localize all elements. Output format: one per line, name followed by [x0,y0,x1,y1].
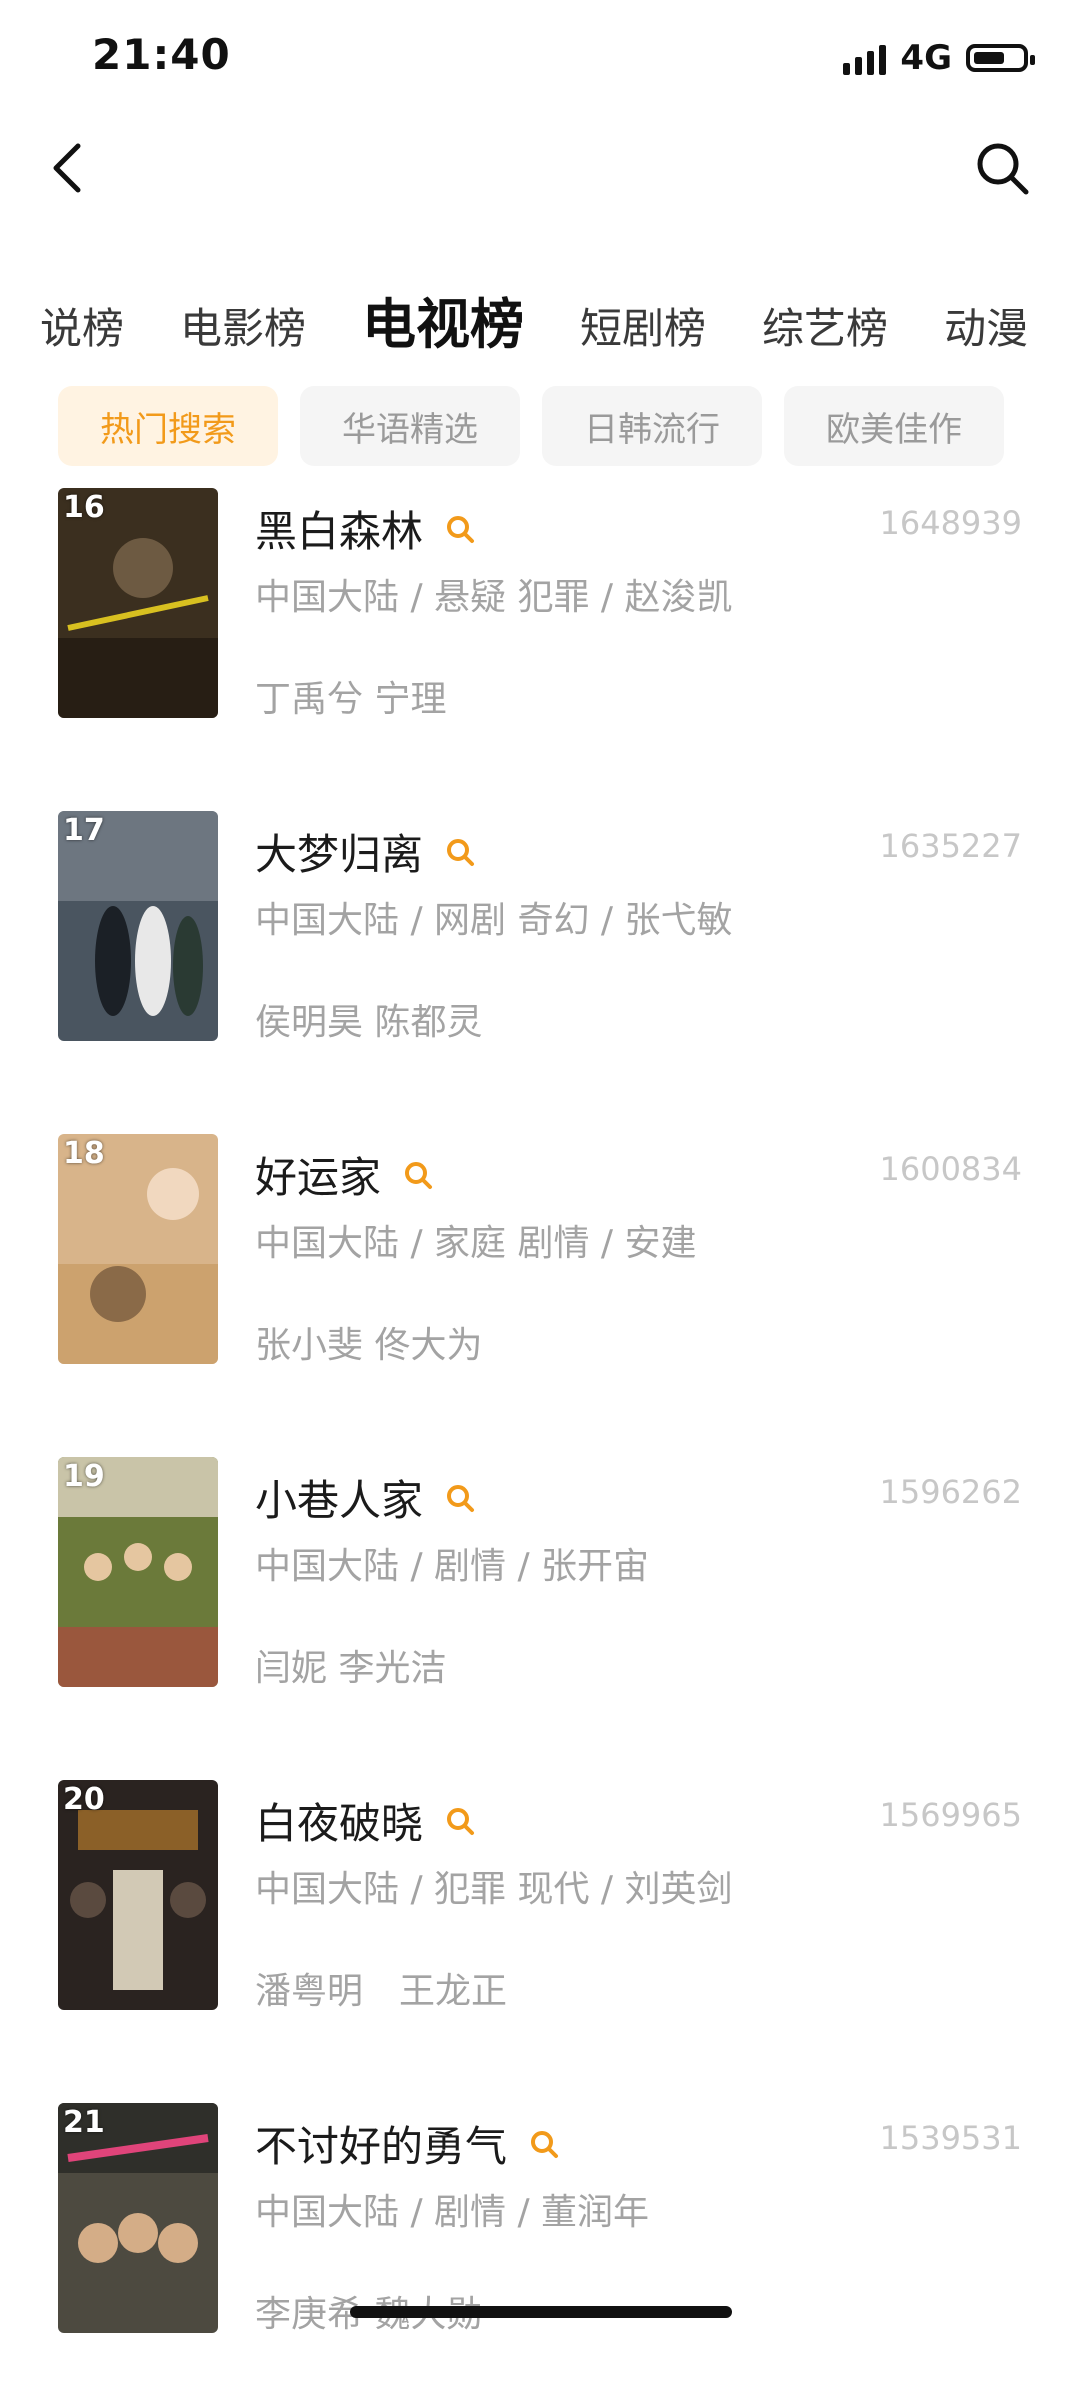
list-item[interactable]: 21 不讨好的勇气 1539531 中国大陆 / 剧情 / 董润年 李庚希 魏大… [0,2103,1080,2403]
item-meta: 中国大陆 / 悬疑 犯罪 / 赵浚凯 [255,577,733,618]
tab-novel[interactable]: 说榜 [40,295,124,356]
poster-image[interactable]: 18 [58,1134,218,1364]
item-cast: 侯明昊 陈都灵 [255,1002,483,1043]
tab-short-drama[interactable]: 短剧榜 [580,295,706,356]
poster-image[interactable]: 16 [58,488,218,718]
rank-number: 19 [63,1459,105,1494]
home-indicator[interactable] [350,2306,732,2318]
item-title[interactable]: 不讨好的勇气 [255,2113,507,2174]
item-cast: 丁禹兮 宁理 [255,679,447,720]
poster-image[interactable]: 19 [58,1457,218,1687]
item-title[interactable]: 好运家 [255,1144,381,1205]
item-meta: 中国大陆 / 网剧 奇幻 / 张弋敏 [255,900,733,941]
tab-tv[interactable]: 电视榜 [362,280,524,359]
rank-number: 17 [63,813,105,848]
rank-number: 16 [63,490,105,525]
poster-image[interactable]: 21 [58,2103,218,2333]
rank-number: 18 [63,1136,105,1171]
rank-number: 21 [63,2105,105,2140]
search-button[interactable] [972,138,1032,198]
tab-variety[interactable]: 综艺榜 [762,295,888,356]
filter-chips: 热门搜索 华语精选 日韩流行 欧美佳作 [58,386,1004,466]
item-title[interactable]: 黑白森林 [255,498,423,559]
poster-image[interactable]: 17 [58,811,218,1041]
search-icon[interactable] [443,512,477,546]
cellular-signal-icon [843,41,887,75]
back-button[interactable] [42,138,94,198]
search-icon[interactable] [443,835,477,869]
filter-chinese-picks[interactable]: 华语精选 [300,386,520,466]
list-item[interactable]: 16 黑白森林 1648939 中国大陆 / 悬疑 犯罪 / 赵浚凯 丁禹兮 宁… [0,488,1080,788]
list-item[interactable]: 20 白夜破晓 1569965 中国大陆 / 犯罪 现代 / 刘英剑 潘粤明 王… [0,1780,1080,2080]
battery-icon [966,44,1035,72]
heat-score: 1539531 [879,2119,1022,2157]
tab-anime[interactable]: 动漫 [944,295,1028,356]
search-icon[interactable] [527,2127,561,2161]
status-indicators: 4G [843,38,1035,78]
heat-score: 1600834 [879,1150,1022,1188]
network-type: 4G [900,38,952,78]
filter-hot-search[interactable]: 热门搜索 [58,386,278,466]
item-meta: 中国大陆 / 剧情 / 张开宙 [255,1546,650,1587]
item-meta: 中国大陆 / 剧情 / 董润年 [255,2192,650,2233]
tab-movie[interactable]: 电影榜 [180,295,306,356]
status-time: 21:40 [92,30,231,79]
item-cast: 潘粤明 王龙正 [255,1971,508,2012]
rank-number: 20 [63,1782,105,1817]
item-title[interactable]: 大梦归离 [255,821,423,882]
category-tabs: 说榜 电影榜 电视榜 短剧榜 综艺榜 动漫 [0,280,1080,360]
list-item[interactable]: 19 小巷人家 1596262 中国大陆 / 剧情 / 张开宙 闫妮 李光洁 [0,1457,1080,1757]
status-bar: 21:40 4G [0,0,1080,120]
item-meta: 中国大陆 / 家庭 剧情 / 安建 [255,1223,697,1264]
poster-image[interactable]: 20 [58,1780,218,2010]
search-icon[interactable] [401,1158,435,1192]
heat-score: 1635227 [879,827,1022,865]
item-cast: 闫妮 李光洁 [255,1648,447,1689]
item-meta: 中国大陆 / 犯罪 现代 / 刘英剑 [255,1869,733,1910]
list-item[interactable]: 17 大梦归离 1635227 中国大陆 / 网剧 奇幻 / 张弋敏 侯明昊 陈… [0,811,1080,1111]
item-title[interactable]: 白夜破晓 [255,1790,423,1851]
heat-score: 1569965 [879,1796,1022,1834]
filter-western[interactable]: 欧美佳作 [784,386,1004,466]
heat-score: 1648939 [879,504,1022,542]
search-icon[interactable] [443,1804,477,1838]
list-item[interactable]: 18 好运家 1600834 中国大陆 / 家庭 剧情 / 安建 张小斐 佟大为 [0,1134,1080,1434]
search-icon[interactable] [443,1481,477,1515]
filter-jp-kr[interactable]: 日韩流行 [542,386,762,466]
item-title[interactable]: 小巷人家 [255,1467,423,1528]
chevron-left-icon [53,143,81,193]
heat-score: 1596262 [879,1473,1022,1511]
search-icon [977,143,1029,195]
item-cast: 张小斐 佟大为 [255,1325,483,1366]
